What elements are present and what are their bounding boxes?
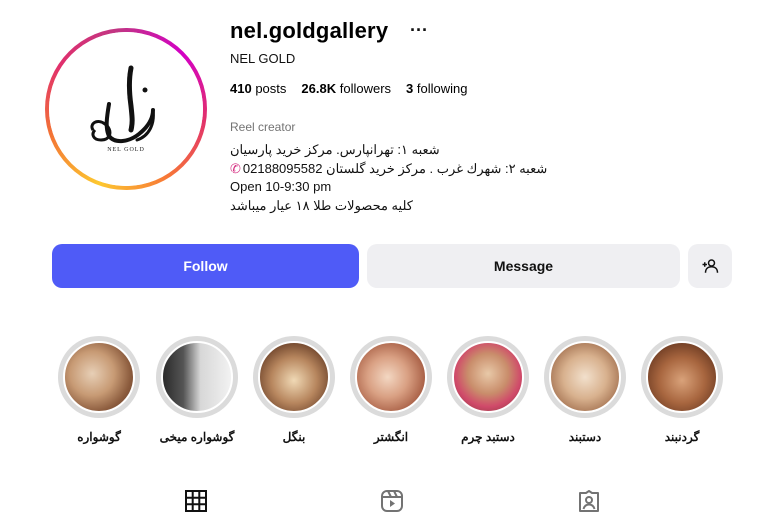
tagged-icon[interactable] bbox=[577, 489, 601, 513]
highlight-label: دستبند bbox=[568, 430, 602, 444]
story-highlights: گوشواره گوشواره میخی بنگل انگشتر دستبد چ… bbox=[58, 336, 742, 456]
followers-count: 26.8K bbox=[301, 81, 337, 96]
profile-avatar[interactable]: NEL GOLD bbox=[45, 28, 207, 190]
profile-stats: 410 posts 26.8K followers 3 following bbox=[230, 81, 467, 96]
more-dots-icon[interactable]: ··· bbox=[410, 20, 428, 41]
logo-calligraphy bbox=[90, 65, 155, 143]
bio-line-1: شعبه ۱: تهرانپارس. مرکز خرید پارسیان bbox=[230, 142, 440, 157]
phone-icon: ✆ bbox=[230, 160, 241, 176]
message-button[interactable]: Message bbox=[367, 244, 680, 288]
reels-icon[interactable] bbox=[380, 489, 404, 513]
highlight-label: بنگل bbox=[282, 430, 306, 444]
highlight-item[interactable]: انگشتر bbox=[346, 336, 436, 444]
highlight-cover bbox=[63, 341, 135, 413]
following-label: following bbox=[416, 81, 468, 96]
profile-bio: شعبه ۱: تهرانپارس. مرکز خرید پارسیان ✆ شع… bbox=[230, 141, 547, 215]
posts-count: 410 bbox=[230, 81, 252, 96]
highlight-label: گوشواره میخی bbox=[159, 430, 235, 444]
bio-line-3: Open 10-9:30 pm bbox=[230, 179, 332, 194]
highlight-cover bbox=[549, 341, 621, 413]
highlight-label: گردنبند bbox=[664, 430, 700, 444]
highlight-cover bbox=[355, 341, 427, 413]
highlight-cover bbox=[452, 341, 524, 413]
bio-line-4: کلیه محصولات طلا ۱۸ عیار میباشد bbox=[230, 197, 413, 213]
highlight-cover bbox=[161, 341, 233, 413]
followers-label: followers bbox=[339, 81, 392, 96]
highlight-item[interactable]: گوشواره bbox=[54, 336, 144, 444]
highlight-item[interactable]: گردنبند bbox=[637, 336, 727, 444]
bio-line-2-wrap: ✆ شعبه ۲: شهرك غرب . مرکز خرید گلستان 021… bbox=[230, 160, 547, 179]
add-user-button[interactable] bbox=[688, 244, 732, 288]
profile-username: nel.goldgallery bbox=[230, 18, 389, 43]
highlight-label: گوشواره bbox=[77, 430, 121, 444]
highlight-cover bbox=[646, 341, 718, 413]
followers-stat[interactable]: 26.8K followers bbox=[301, 81, 391, 96]
highlight-cover bbox=[258, 341, 330, 413]
following-count: 3 bbox=[406, 81, 414, 96]
highlight-ring bbox=[447, 336, 529, 418]
posts-stat: 410 posts bbox=[230, 81, 286, 96]
grid-icon[interactable] bbox=[184, 489, 208, 513]
highlight-ring bbox=[350, 336, 432, 418]
bio-line-2: شعبه ۲: شهرك غرب . مرکز خرید گلستان 0218… bbox=[242, 160, 548, 176]
highlight-item[interactable]: دستبد چرم bbox=[443, 336, 533, 444]
logo-caption: NEL GOLD bbox=[107, 147, 145, 153]
posts-label: posts bbox=[255, 81, 287, 96]
highlight-item[interactable]: بنگل bbox=[249, 336, 339, 444]
highlight-item[interactable]: گوشواره میخی bbox=[152, 336, 242, 444]
highlight-ring bbox=[58, 336, 140, 418]
follow-button[interactable]: Follow bbox=[52, 244, 359, 288]
highlight-label: دستبد چرم bbox=[461, 430, 515, 444]
brand-logo: NEL GOLD bbox=[49, 32, 203, 186]
highlight-ring bbox=[156, 336, 238, 418]
highlight-ring bbox=[544, 336, 626, 418]
highlight-ring bbox=[641, 336, 723, 418]
highlight-label: انگشتر bbox=[373, 430, 409, 444]
add-user-icon bbox=[702, 259, 719, 273]
profile-category: Reel creator bbox=[230, 120, 296, 134]
highlight-item[interactable]: دستبند bbox=[540, 336, 630, 444]
profile-full-name: NEL GOLD bbox=[230, 51, 296, 66]
highlight-ring bbox=[253, 336, 335, 418]
following-stat[interactable]: 3 following bbox=[406, 81, 467, 96]
